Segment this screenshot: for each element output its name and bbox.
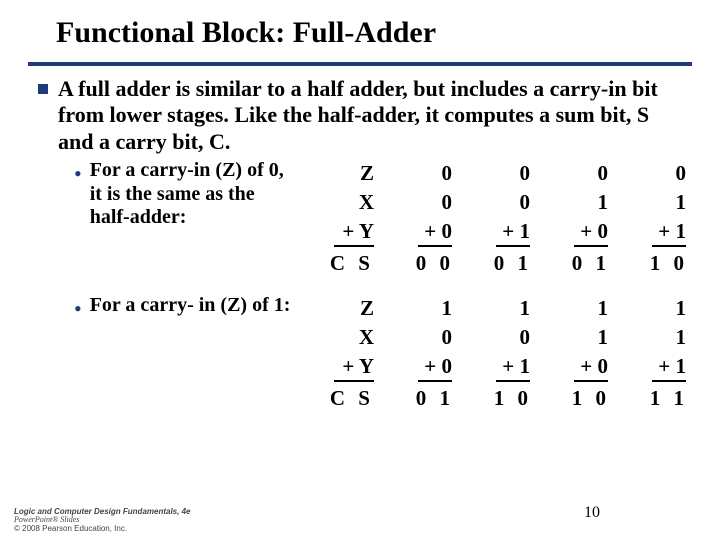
section-z0: • For a carry-in (Z) of 0, it is the sam…	[38, 159, 692, 278]
table-z1: Z 1 1 1 1 X 0 0 1 1 + Y + 0 + 1 + 0 + 1 …	[310, 294, 692, 413]
label-x: X	[310, 188, 380, 217]
table-cell: + 1	[458, 217, 536, 249]
label-z: Z	[310, 294, 380, 323]
label-plus-y: + Y	[310, 352, 380, 384]
square-bullet-icon	[38, 84, 48, 94]
label-y-text: Y	[359, 219, 374, 243]
table-cell: 1	[614, 188, 692, 217]
table-cell: 1	[380, 294, 458, 323]
section-z1: • For a carry- in (Z) of 1: Z 1 1 1 1 X …	[38, 294, 692, 413]
y-val: 0	[442, 219, 453, 243]
slide-title: Functional Block: Full-Adder	[0, 0, 720, 56]
table-cell: 0	[458, 323, 536, 352]
table-cell: 0	[380, 159, 458, 188]
table-cell: 0	[380, 323, 458, 352]
sub-text-z1: For a carry- in (Z) of 1:	[90, 294, 291, 318]
table-cell: 1 0	[458, 384, 536, 413]
table-cell: + 0	[536, 217, 614, 249]
y-val: 1	[676, 219, 687, 243]
table-cell: 0	[380, 188, 458, 217]
label-z: Z	[310, 159, 380, 188]
label-cs: C S	[310, 384, 380, 413]
main-paragraph: A full adder is similar to a half adder,…	[58, 76, 668, 155]
label-y-text: Y	[359, 354, 374, 378]
label-cs: C S	[310, 249, 380, 278]
table-cell: 1 0	[614, 249, 692, 278]
table-cell: 0 1	[380, 384, 458, 413]
table-cell: 1	[458, 294, 536, 323]
table-cell: 0	[458, 188, 536, 217]
table-cell: 1	[536, 188, 614, 217]
sub-text-z0: For a carry-in (Z) of 0, it is the same …	[90, 159, 294, 230]
table-cell: 1 1	[614, 384, 692, 413]
footer-line-3: © 2008 Pearson Education, Inc.	[14, 525, 190, 534]
y-val: 0	[598, 219, 609, 243]
table-cell: 1	[536, 294, 614, 323]
sub-bullet-z0: • For a carry-in (Z) of 0, it is the sam…	[38, 159, 294, 230]
table-cell: + 1	[458, 352, 536, 384]
dot-bullet-icon: •	[74, 298, 82, 320]
table-z0: Z 0 0 0 0 X 0 0 1 1 + Y + 0 + 1 + 0 + 1 …	[310, 159, 692, 278]
table-cell: + 1	[614, 352, 692, 384]
table-cell: + 0	[380, 217, 458, 249]
table-cell: 0 1	[536, 249, 614, 278]
y-val: 0	[442, 354, 453, 378]
footer-credits: Logic and Computer Design Fundamentals, …	[14, 508, 190, 534]
table-cell: + 0	[536, 352, 614, 384]
table-cell: 0	[536, 159, 614, 188]
table-cell: 0 1	[458, 249, 536, 278]
label-plus-y: + Y	[310, 217, 380, 249]
table-cell: 0 0	[380, 249, 458, 278]
y-val: 1	[520, 354, 531, 378]
sub-bullet-z1: • For a carry- in (Z) of 1:	[38, 294, 294, 320]
table-cell: 0	[614, 159, 692, 188]
table-cell: 1	[614, 294, 692, 323]
label-x: X	[310, 323, 380, 352]
table-cell: 1 0	[536, 384, 614, 413]
y-val: 0	[598, 354, 609, 378]
table-cell: + 0	[380, 352, 458, 384]
y-val: 1	[520, 219, 531, 243]
title-rule	[28, 62, 692, 66]
main-bullet: A full adder is similar to a half adder,…	[38, 76, 692, 155]
page-number: 10	[584, 504, 600, 522]
dot-bullet-icon: •	[74, 163, 82, 185]
table-cell: 1	[536, 323, 614, 352]
content-area: A full adder is similar to a half adder,…	[0, 76, 720, 413]
y-val: 1	[676, 354, 687, 378]
table-cell: 0	[458, 159, 536, 188]
table-cell: + 1	[614, 217, 692, 249]
table-cell: 1	[614, 323, 692, 352]
